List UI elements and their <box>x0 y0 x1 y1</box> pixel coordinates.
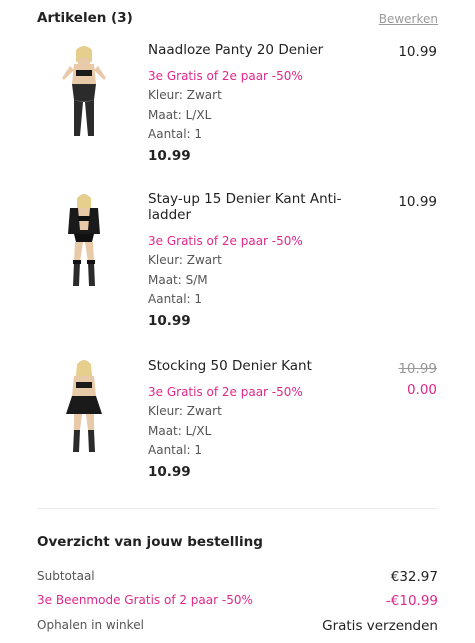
item-total: 10.99 <box>148 147 191 164</box>
summary-label: Ophalen in winkel <box>37 618 144 632</box>
cart-header: Artikelen (3) Bewerken <box>37 10 438 30</box>
summary-value: €32.97 <box>390 569 438 585</box>
promo-label: 3e Gratis of 2e paar -50% <box>148 385 303 399</box>
product-color: Kleur: Zwart <box>148 404 222 418</box>
cart-title: Artikelen (3) <box>37 10 133 26</box>
item-discounted-price: 0.00 <box>406 382 437 398</box>
product-quantity: Aantal: 1 <box>148 443 203 457</box>
product-image[interactable] <box>48 356 120 456</box>
product-color: Kleur: Zwart <box>148 253 222 267</box>
edit-link[interactable]: Bewerken <box>379 12 438 26</box>
section-divider <box>37 508 438 509</box>
item-price: 10.99 <box>398 44 437 60</box>
item-total: 10.99 <box>148 463 191 480</box>
summary-label: Subtotaal <box>37 569 95 583</box>
product-quantity: Aantal: 1 <box>148 127 203 141</box>
summary-row-discount: 3e Beenmode Gratis of 2 paar -50% -€10.9… <box>37 593 438 613</box>
product-quantity: Aantal: 1 <box>148 292 203 306</box>
product-name[interactable]: Stay-up 15 Denier Kant Anti-ladder <box>148 191 368 223</box>
item-original-price: 10.99 <box>398 361 437 377</box>
summary-row-subtotal: Subtotaal €32.97 <box>37 569 438 589</box>
promo-label: 3e Gratis of 2e paar -50% <box>148 69 303 83</box>
product-size: Maat: L/XL <box>148 107 212 122</box>
item-total: 10.99 <box>148 312 191 329</box>
item-price: 10.99 <box>398 194 437 210</box>
promo-label: 3e Gratis of 2e paar -50% <box>148 234 303 248</box>
summary-row-shipping: Ophalen in winkel Gratis verzenden <box>37 618 438 638</box>
product-color: Kleur: Zwart <box>148 88 222 102</box>
product-image[interactable] <box>48 40 120 140</box>
summary-label: 3e Beenmode Gratis of 2 paar -50% <box>37 593 253 607</box>
summary-value: -€10.99 <box>385 593 438 609</box>
product-name[interactable]: Naadloze Panty 20 Denier <box>148 42 368 58</box>
product-image[interactable] <box>48 190 120 290</box>
summary-value: Gratis verzenden <box>322 618 438 634</box>
product-size: Maat: L/XL <box>148 423 212 438</box>
product-size: Maat: S/M <box>148 272 208 287</box>
summary-title: Overzicht van jouw bestelling <box>37 534 263 550</box>
product-name[interactable]: Stocking 50 Denier Kant <box>148 358 368 374</box>
